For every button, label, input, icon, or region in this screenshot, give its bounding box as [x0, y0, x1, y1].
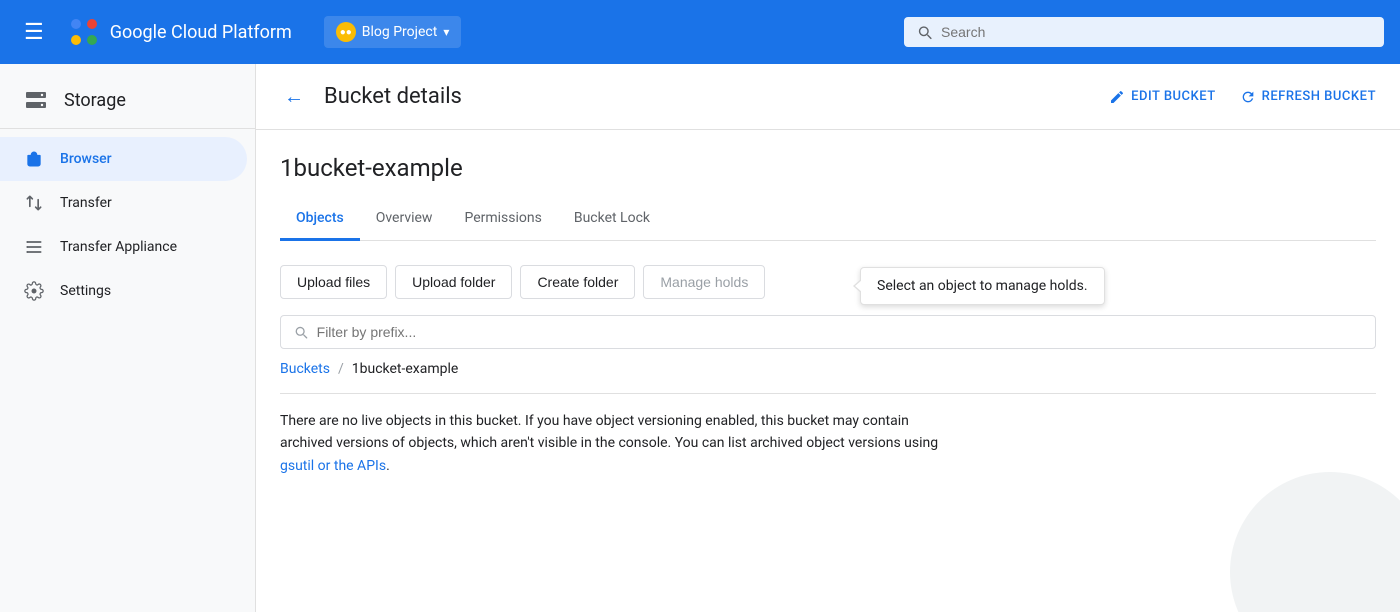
storage-icon — [24, 88, 48, 112]
bucket-icon — [24, 149, 44, 169]
edit-icon — [1109, 89, 1125, 105]
toolbar: Upload files Upload folder Create folder… — [280, 265, 1376, 299]
tab-bucket-lock[interactable]: Bucket Lock — [558, 198, 666, 241]
gsutil-apis-link[interactable]: gsutil or the APIs — [280, 458, 386, 474]
search-icon — [916, 23, 933, 41]
nav-logo: Google Cloud Platform — [68, 16, 292, 48]
edit-bucket-button[interactable]: EDIT BUCKET — [1109, 89, 1216, 105]
tab-overview[interactable]: Overview — [360, 198, 449, 241]
empty-state-text-after: . — [386, 458, 390, 474]
refresh-bucket-button[interactable]: REFRESH BUCKET — [1240, 89, 1376, 105]
nav-title: Google Cloud Platform — [110, 22, 292, 43]
upload-files-button[interactable]: Upload files — [280, 265, 387, 299]
hamburger-menu[interactable]: ☰ — [16, 12, 52, 53]
sidebar-nav: Browser Transfer — [0, 129, 255, 313]
list-icon — [24, 237, 44, 257]
create-folder-button[interactable]: Create folder — [520, 265, 635, 299]
sidebar: Storage Browser Transfer — [0, 64, 256, 612]
upload-folder-button[interactable]: Upload folder — [395, 265, 512, 299]
breadcrumb: Buckets / 1bucket-example — [280, 361, 1376, 377]
content-area: 1bucket-example Objects Overview Permiss… — [256, 130, 1400, 501]
edit-bucket-label: EDIT BUCKET — [1131, 89, 1216, 104]
project-name: Blog Project — [362, 24, 438, 40]
header-actions: EDIT BUCKET REFRESH BUCKET — [1109, 89, 1376, 105]
search-bar — [904, 17, 1384, 47]
main-content: ← Bucket details EDIT BUCKET REFRESH BUC… — [256, 64, 1400, 612]
tabs: Objects Overview Permissions Bucket Lock — [280, 198, 1376, 241]
transfer-icon — [24, 193, 44, 213]
breadcrumb-buckets-link[interactable]: Buckets — [280, 361, 330, 377]
content-divider — [280, 393, 1376, 394]
sidebar-item-transfer-appliance[interactable]: Transfer Appliance — [0, 225, 247, 269]
refresh-bucket-label: REFRESH BUCKET — [1262, 89, 1376, 104]
sidebar-item-transfer[interactable]: Transfer — [0, 181, 247, 225]
chevron-down-icon: ▾ — [443, 25, 449, 39]
filter-input[interactable] — [317, 324, 1363, 340]
bucket-name: 1bucket-example — [280, 154, 1376, 182]
sidebar-item-label-transfer-appliance: Transfer Appliance — [60, 239, 177, 255]
filter-search-icon — [293, 324, 309, 340]
empty-state-text-before: There are no live objects in this bucket… — [280, 413, 938, 451]
sidebar-item-settings[interactable]: Settings — [0, 269, 247, 313]
sidebar-header: Storage — [0, 72, 255, 129]
breadcrumb-current: 1bucket-example — [352, 361, 459, 377]
manage-holds-tooltip: Select an object to manage holds. — [860, 267, 1105, 305]
filter-bar — [280, 315, 1376, 349]
tab-objects[interactable]: Objects — [280, 198, 360, 241]
main-layout: Storage Browser Transfer — [0, 64, 1400, 612]
page-header: ← Bucket details EDIT BUCKET REFRESH BUC… — [256, 64, 1400, 130]
sidebar-item-label-browser: Browser — [60, 151, 112, 167]
sidebar-item-browser[interactable]: Browser — [0, 137, 247, 181]
gear-icon — [24, 281, 44, 301]
empty-state: There are no live objects in this bucket… — [280, 410, 940, 477]
refresh-icon — [1240, 89, 1256, 105]
manage-holds-button[interactable]: Manage holds — [643, 265, 765, 299]
page-title: Bucket details — [324, 84, 1093, 109]
tab-permissions[interactable]: Permissions — [448, 198, 557, 241]
project-icon: ●● — [336, 22, 356, 42]
project-selector[interactable]: ●● Blog Project ▾ — [324, 16, 462, 48]
sidebar-header-title: Storage — [64, 90, 126, 111]
google-cloud-logo-icon — [68, 16, 100, 48]
sidebar-item-label-settings: Settings — [60, 283, 111, 299]
search-input[interactable] — [941, 24, 1372, 40]
sidebar-item-label-transfer: Transfer — [60, 195, 112, 211]
breadcrumb-separator: / — [338, 361, 344, 377]
top-nav: ☰ Google Cloud Platform ●● Blog Project … — [0, 0, 1400, 64]
back-button[interactable]: ← — [280, 80, 308, 113]
